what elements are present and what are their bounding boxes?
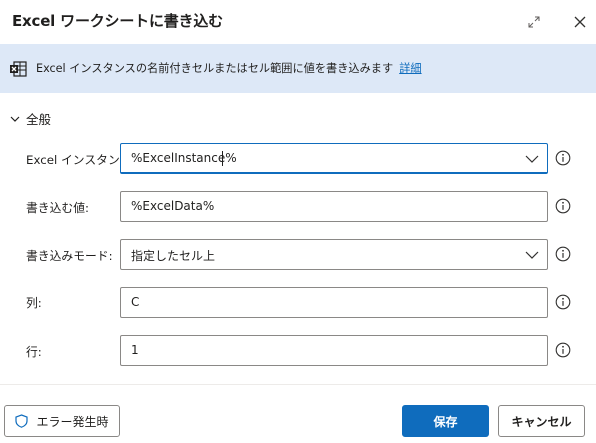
write-mode-label: 書き込みモード: <box>26 249 113 263</box>
dialog-title: Excel ワークシートに書き込む <box>12 12 223 30</box>
close-button[interactable] <box>566 8 594 36</box>
info-icon[interactable] <box>555 246 571 262</box>
chevron-down-icon <box>525 251 539 259</box>
cancel-label: キャンセル <box>511 414 572 429</box>
excel-instance-value: %ExcelInstance% <box>131 151 237 165</box>
write-mode-value: 指定したセル上 <box>131 249 216 263</box>
text-caret <box>222 151 223 166</box>
row-label: 行: <box>26 345 42 359</box>
info-icon[interactable] <box>555 198 571 214</box>
column-label: 列: <box>26 296 42 310</box>
info-icon[interactable] <box>555 342 571 358</box>
excel-sheet-icon <box>10 61 27 77</box>
info-icon[interactable] <box>555 150 571 166</box>
cancel-button[interactable]: キャンセル <box>498 405 585 437</box>
close-icon <box>574 16 586 28</box>
details-link[interactable]: 詳細 <box>399 62 421 75</box>
info-icon[interactable] <box>555 294 571 310</box>
section-general-label: 全般 <box>26 112 52 127</box>
row-value: 1 <box>131 343 139 357</box>
write-value-text: %ExcelData% <box>131 199 215 213</box>
expand-diagonal-icon <box>528 16 540 28</box>
chevron-down-icon <box>10 116 20 122</box>
row-input[interactable]: 1 <box>120 335 548 366</box>
banner-text: Excel インスタンスの名前付きセルまたはセル範囲に値を書き込みます 詳細 <box>36 60 422 76</box>
footer-divider <box>0 384 596 385</box>
on-error-button[interactable]: エラー発生時 <box>4 405 120 437</box>
excel-instance-label: Excel インスタンス: <box>26 153 136 167</box>
chevron-down-icon <box>525 155 539 163</box>
expand-button[interactable] <box>520 8 548 36</box>
shield-icon <box>15 414 29 428</box>
excel-instance-dropdown[interactable]: %ExcelInstance% <box>120 143 548 174</box>
save-button[interactable]: 保存 <box>402 405 489 437</box>
section-general-toggle[interactable]: 全般 <box>10 109 51 128</box>
save-label: 保存 <box>433 414 458 429</box>
on-error-label: エラー発生時 <box>36 414 109 429</box>
write-value-label: 書き込む値: <box>26 201 89 215</box>
column-value: C <box>131 295 140 309</box>
dialog-titlebar: Excel ワークシートに書き込む <box>0 0 596 44</box>
info-banner: Excel インスタンスの名前付きセルまたはセル範囲に値を書き込みます 詳細 <box>0 44 596 93</box>
write-value-input[interactable]: %ExcelData% <box>120 191 548 222</box>
write-mode-dropdown[interactable]: 指定したセル上 <box>120 239 548 270</box>
banner-description: Excel インスタンスの名前付きセルまたはセル範囲に値を書き込みます <box>36 62 394 75</box>
column-input[interactable]: C <box>120 287 548 318</box>
